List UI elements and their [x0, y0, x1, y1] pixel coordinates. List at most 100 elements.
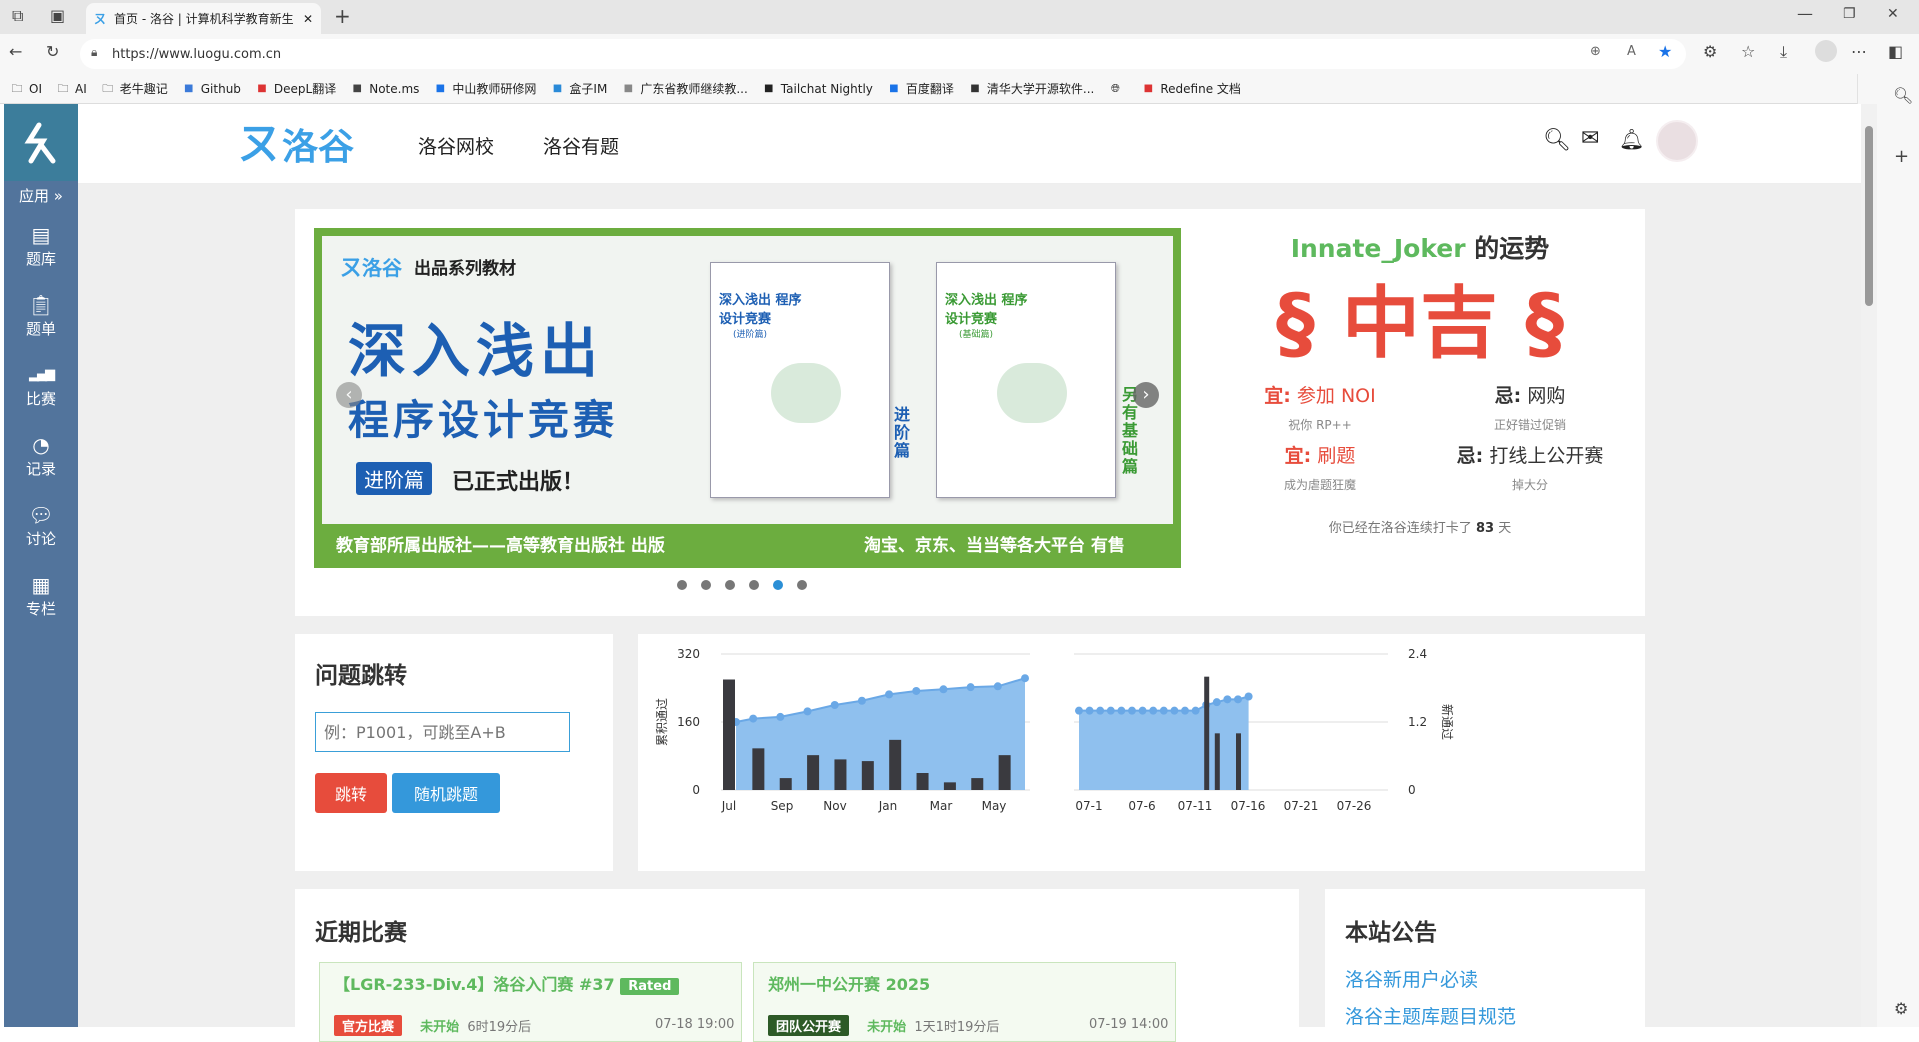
downloads-icon[interactable]: ⤓	[1780, 42, 1787, 62]
close-tab-icon[interactable]: ✕	[303, 12, 313, 26]
jump-button[interactable]: 跳转	[315, 773, 387, 813]
bookmark-item[interactable]: ■ 中山教师研修网	[433, 80, 537, 97]
carousel-dot[interactable]	[773, 580, 783, 590]
announcement-link[interactable]: 洛谷主题库题目规范	[1345, 1002, 1516, 1029]
favorites-icon[interactable]: ☆	[1741, 42, 1755, 61]
zoom-icon[interactable]: ⊕	[1590, 44, 1601, 59]
read-aloud-icon[interactable]: A	[1627, 44, 1636, 59]
announcement-title: 本站公告	[1345, 920, 1437, 946]
fortune-bad-1: 忌: 网购 正好错过促销	[1450, 381, 1610, 433]
bookmark-label: 百度翻译	[905, 82, 954, 96]
contest-name[interactable]: 【LGR-233-Div.4】洛谷入门赛 #37 Rated	[334, 971, 680, 995]
bookmark-item[interactable]: ■ Tailchat Nightly	[762, 82, 873, 96]
settings-sidebar-icon[interactable]: ⚙	[1894, 999, 1908, 1018]
bookmark-item[interactable]: ■ Github	[182, 82, 241, 96]
mail-icon[interactable]: ✉	[1581, 126, 1599, 151]
banner-image: ㄡ 洛谷 出品系列教材 深入浅出 程序设计竞赛 进阶篇 已正式出版！ 深入浅出 …	[322, 236, 1173, 524]
announcement-link[interactable]: 洛谷新用户必读	[1345, 965, 1478, 992]
bookmark-label: Tailchat Nightly	[780, 81, 873, 96]
area-point	[1128, 706, 1136, 715]
bookmark-item[interactable]: ■ Redefine 文档	[1141, 80, 1241, 97]
area-point	[1096, 706, 1105, 715]
apps-toggle[interactable]: 应用 »	[4, 181, 78, 211]
contest-item[interactable]: 【LGR-233-Div.4】洛谷入门赛 #37 Rated 官方比赛 未开始 …	[319, 962, 742, 1042]
contest-status: 未开始	[867, 1020, 907, 1035]
x-tick-label: 07-6	[1128, 799, 1155, 813]
favorite-star-icon[interactable]: ★	[1658, 42, 1672, 61]
banner-badge: 进阶篇	[356, 462, 432, 495]
good-label: 宜:	[1284, 445, 1312, 467]
bookmark-item[interactable]: ■ Note.ms	[350, 82, 420, 96]
problem-jump-input[interactable]	[315, 712, 570, 752]
sidebar-item-3[interactable]: ◔ 记录	[4, 421, 78, 491]
nav-luogu-school[interactable]: 洛谷网校	[418, 132, 494, 159]
fortune-good-1: 宜: 参加 NOI 祝你 RP++	[1240, 381, 1400, 433]
add-sidebar-icon[interactable]: +	[1894, 146, 1909, 167]
bookmark-item[interactable]: 🗀 OI	[10, 82, 42, 96]
carousel-dot[interactable]	[701, 580, 711, 590]
browser-tab[interactable]: ㄡ 首页 - 洛谷 | 计算机科学教育新生 ✕	[86, 3, 321, 34]
nav-luogu-youti[interactable]: 洛谷有题	[543, 132, 619, 159]
luogu-sidebar: 应用 » ▤ 题库 📋︎ 题单 ▂▄▆ 比赛 ◔ 记录 💬︎ 讨论 ▦ 专栏	[4, 104, 78, 1027]
contest-item[interactable]: 郑州一中公开赛 2025 团队公开赛 未开始 1天1时19分后 07-19 14…	[753, 962, 1176, 1042]
sidebar-toggle-icon[interactable]: ◧	[1888, 42, 1903, 61]
main-content: ㄡ 洛谷 出品系列教材 深入浅出 程序设计竞赛 进阶篇 已正式出版！ 深入浅出 …	[78, 184, 1861, 1042]
bell-icon[interactable]: 🔔︎	[1619, 127, 1644, 151]
contest-name-text[interactable]: 【LGR-233-Div.4】洛谷入门赛 #37	[334, 975, 615, 994]
bookmark-item[interactable]: 🗀 AI	[56, 82, 86, 96]
sidebar-item-4[interactable]: 💬︎ 讨论	[4, 491, 78, 561]
profile-avatar-icon[interactable]	[1815, 40, 1837, 62]
url-field[interactable]: 🔒︎ https://www.luogu.com.cn ⊕ A ★	[80, 39, 1686, 69]
sidebar-item-0[interactable]: ▤ 题库	[4, 211, 78, 281]
y-axis-label: 累积通过	[655, 698, 669, 746]
banner-footer-left: 教育部所属出版社——高等教育出版社 出版	[336, 536, 665, 556]
new-tab-icon[interactable]: +	[334, 4, 351, 28]
bookmark-item[interactable]: ■ 广东省教师继续教...	[621, 80, 748, 97]
bookmark-item[interactable]: ■ 百度翻译	[887, 80, 954, 97]
more-menu-icon[interactable]: ⋯	[1851, 42, 1867, 61]
user-avatar[interactable]	[1656, 120, 1698, 162]
refresh-icon[interactable]: ↻	[46, 42, 59, 61]
minimize-icon[interactable]: —	[1797, 4, 1813, 23]
restore-icon[interactable]: ❐	[1843, 6, 1856, 22]
carousel-dot[interactable]	[797, 580, 807, 590]
bookmark-item[interactable]: 🗀 老牛趣记	[101, 80, 168, 97]
search-icon[interactable]: 🔍︎	[1543, 128, 1571, 153]
carousel-dot[interactable]	[677, 580, 687, 590]
bar	[752, 748, 765, 790]
tab-actions-icon[interactable]: ▣	[50, 6, 65, 25]
carousel-dot[interactable]	[749, 580, 759, 590]
bookmark-item[interactable]: ■ 清华大学开源软件...	[968, 80, 1094, 97]
contest-name[interactable]: 郑州一中公开赛 2025	[768, 971, 930, 995]
site-icon: ■	[623, 82, 634, 94]
banner-carousel[interactable]: ㄡ 洛谷 出品系列教材 深入浅出 程序设计竞赛 进阶篇 已正式出版！ 深入浅出 …	[314, 228, 1181, 568]
bar	[779, 778, 792, 790]
random-jump-button[interactable]: 随机跳题	[392, 773, 500, 813]
workspaces-icon[interactable]: ⧉	[12, 6, 23, 26]
fortune-title: Innate_Joker 的运势	[1215, 229, 1625, 265]
fortune-username[interactable]: Innate_Joker	[1291, 234, 1466, 263]
bookmark-item[interactable]: ■ DeepL翻译	[255, 80, 336, 97]
search-sidebar-icon[interactable]: 🔍︎	[1893, 86, 1913, 105]
contest-status: 未开始	[420, 1020, 460, 1035]
area-point	[1223, 695, 1232, 704]
page-scrollbar[interactable]	[1861, 104, 1877, 1027]
carousel-prev-icon[interactable]: ‹	[336, 382, 362, 408]
bookmark-item[interactable]: 🌐︎	[1108, 82, 1127, 95]
lock-icon: 🔒︎	[91, 45, 98, 59]
sidebar-logo[interactable]	[4, 104, 78, 181]
scrollbar-thumb[interactable]	[1865, 126, 1873, 306]
header-logo[interactable]: ㄡ 洛谷	[238, 118, 354, 170]
close-window-icon[interactable]: ✕	[1887, 6, 1899, 22]
sidebar-item-2[interactable]: ▂▄▆ 比赛	[4, 351, 78, 421]
back-icon[interactable]: ←	[9, 42, 22, 61]
carousel-dot[interactable]	[725, 580, 735, 590]
carousel-next-icon[interactable]: ›	[1133, 382, 1159, 408]
extensions-icon[interactable]: ⚙	[1703, 42, 1717, 61]
sidebar-item-1[interactable]: 📋︎ 题单	[4, 281, 78, 351]
bookmark-item[interactable]: ■ 盒子IM	[550, 80, 608, 97]
sidebar-item-label: 专栏	[25, 599, 56, 618]
sidebar-item-5[interactable]: ▦ 专栏	[4, 561, 78, 631]
good-item: 刷题	[1317, 445, 1356, 467]
area-point	[1149, 706, 1158, 715]
